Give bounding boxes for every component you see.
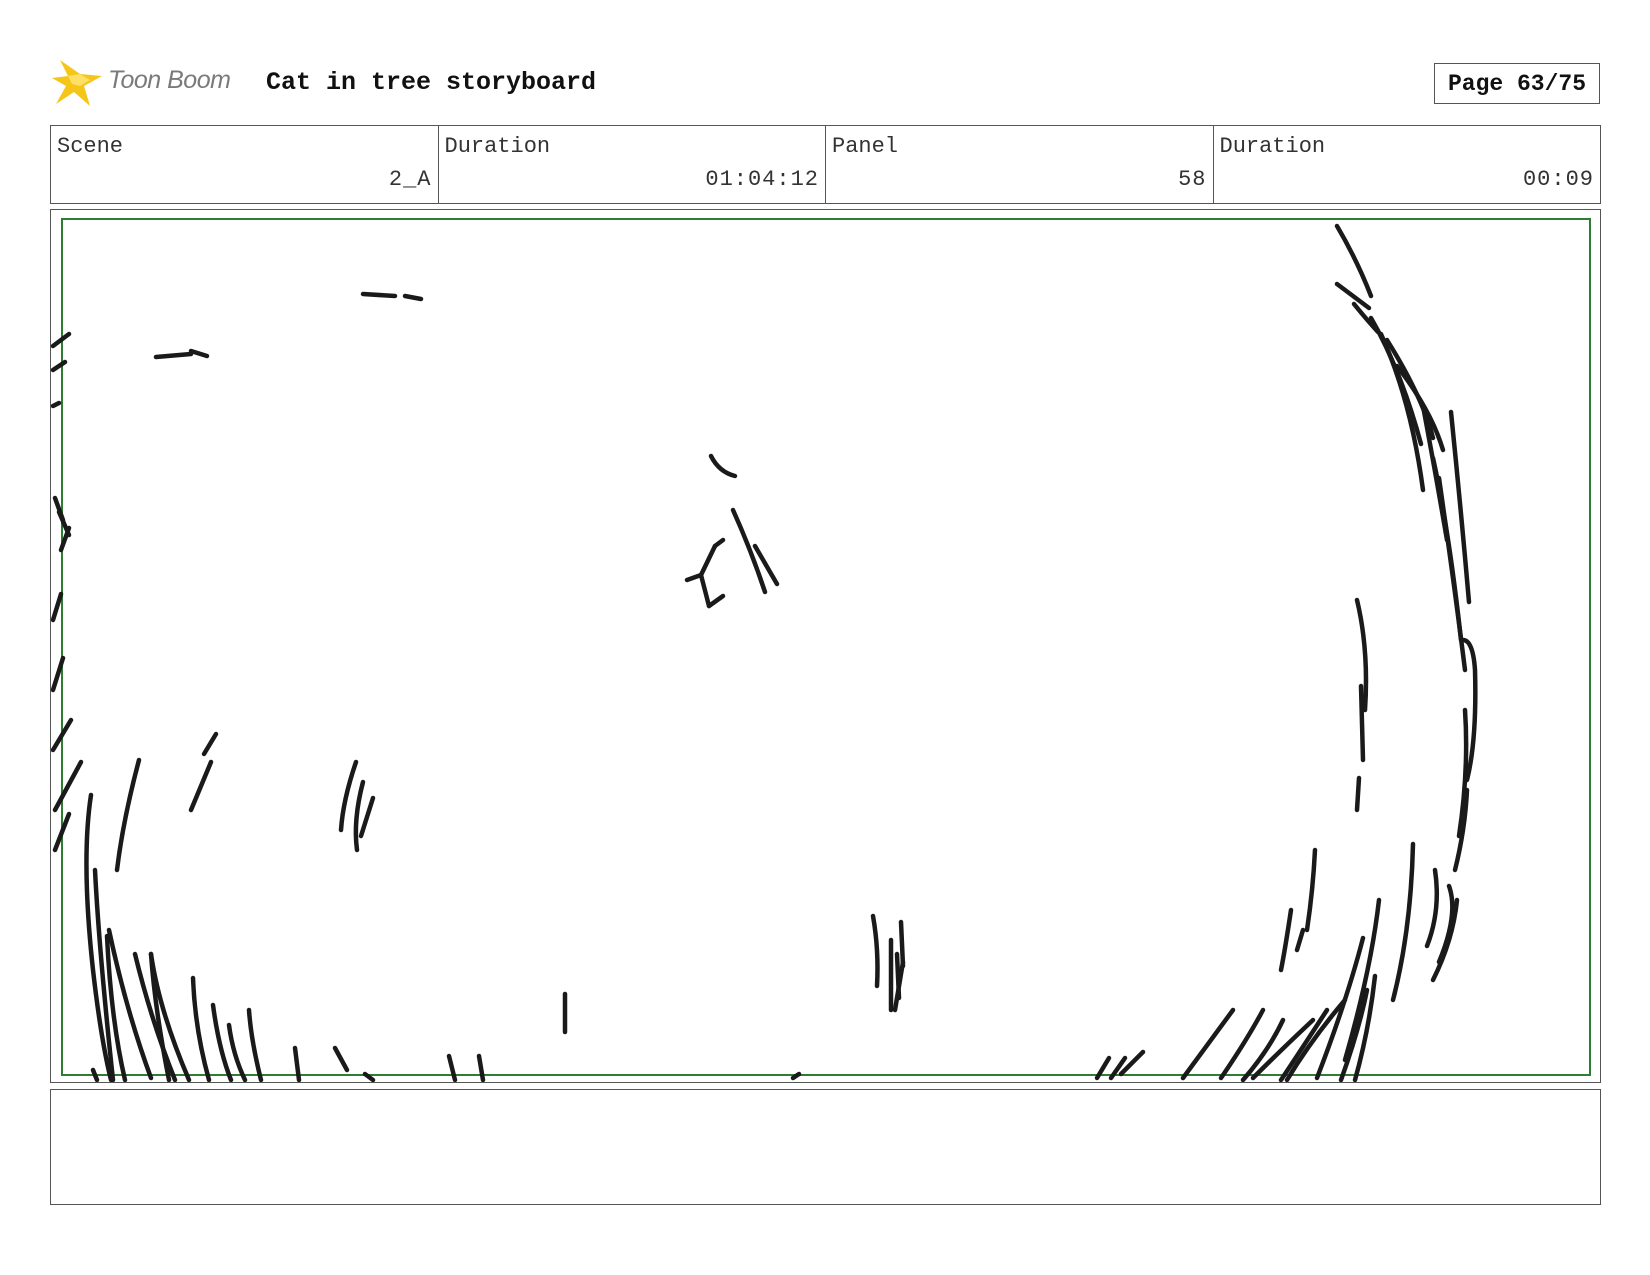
scene-value: 2_A: [388, 167, 432, 192]
sketch-strokes: [51, 223, 1478, 1082]
panel-notes: [50, 1089, 1601, 1205]
scene-duration-value: 01:04:12: [705, 167, 819, 192]
scene-duration-cell: Duration 01:04:12: [439, 126, 826, 203]
panel-sketch: [51, 218, 1591, 1082]
scene-cell: Scene 2_A: [51, 126, 439, 203]
scene-label: Scene: [57, 134, 124, 159]
page-indicator: Page 63/75: [1434, 63, 1600, 104]
panel-cell: Panel 58: [826, 126, 1214, 203]
scene-duration-label: Duration: [444, 134, 551, 159]
panel-label: Panel: [832, 134, 899, 159]
info-table: Scene 2_A Duration 01:04:12 Panel 58 Dur…: [50, 125, 1601, 204]
toon-boom-logo: Toon Boom: [50, 56, 250, 112]
panel-duration-value: 00:09: [1522, 167, 1594, 192]
panel-duration-label: Duration: [1219, 134, 1326, 159]
panel-duration-cell: Duration 00:09: [1214, 126, 1601, 203]
panel-value: 58: [1178, 167, 1207, 192]
logo-text: Toon Boom: [108, 66, 231, 94]
star-burst-icon: [52, 60, 102, 106]
storyboard-panel: [50, 209, 1601, 1083]
document-title: Cat in tree storyboard: [266, 68, 597, 97]
